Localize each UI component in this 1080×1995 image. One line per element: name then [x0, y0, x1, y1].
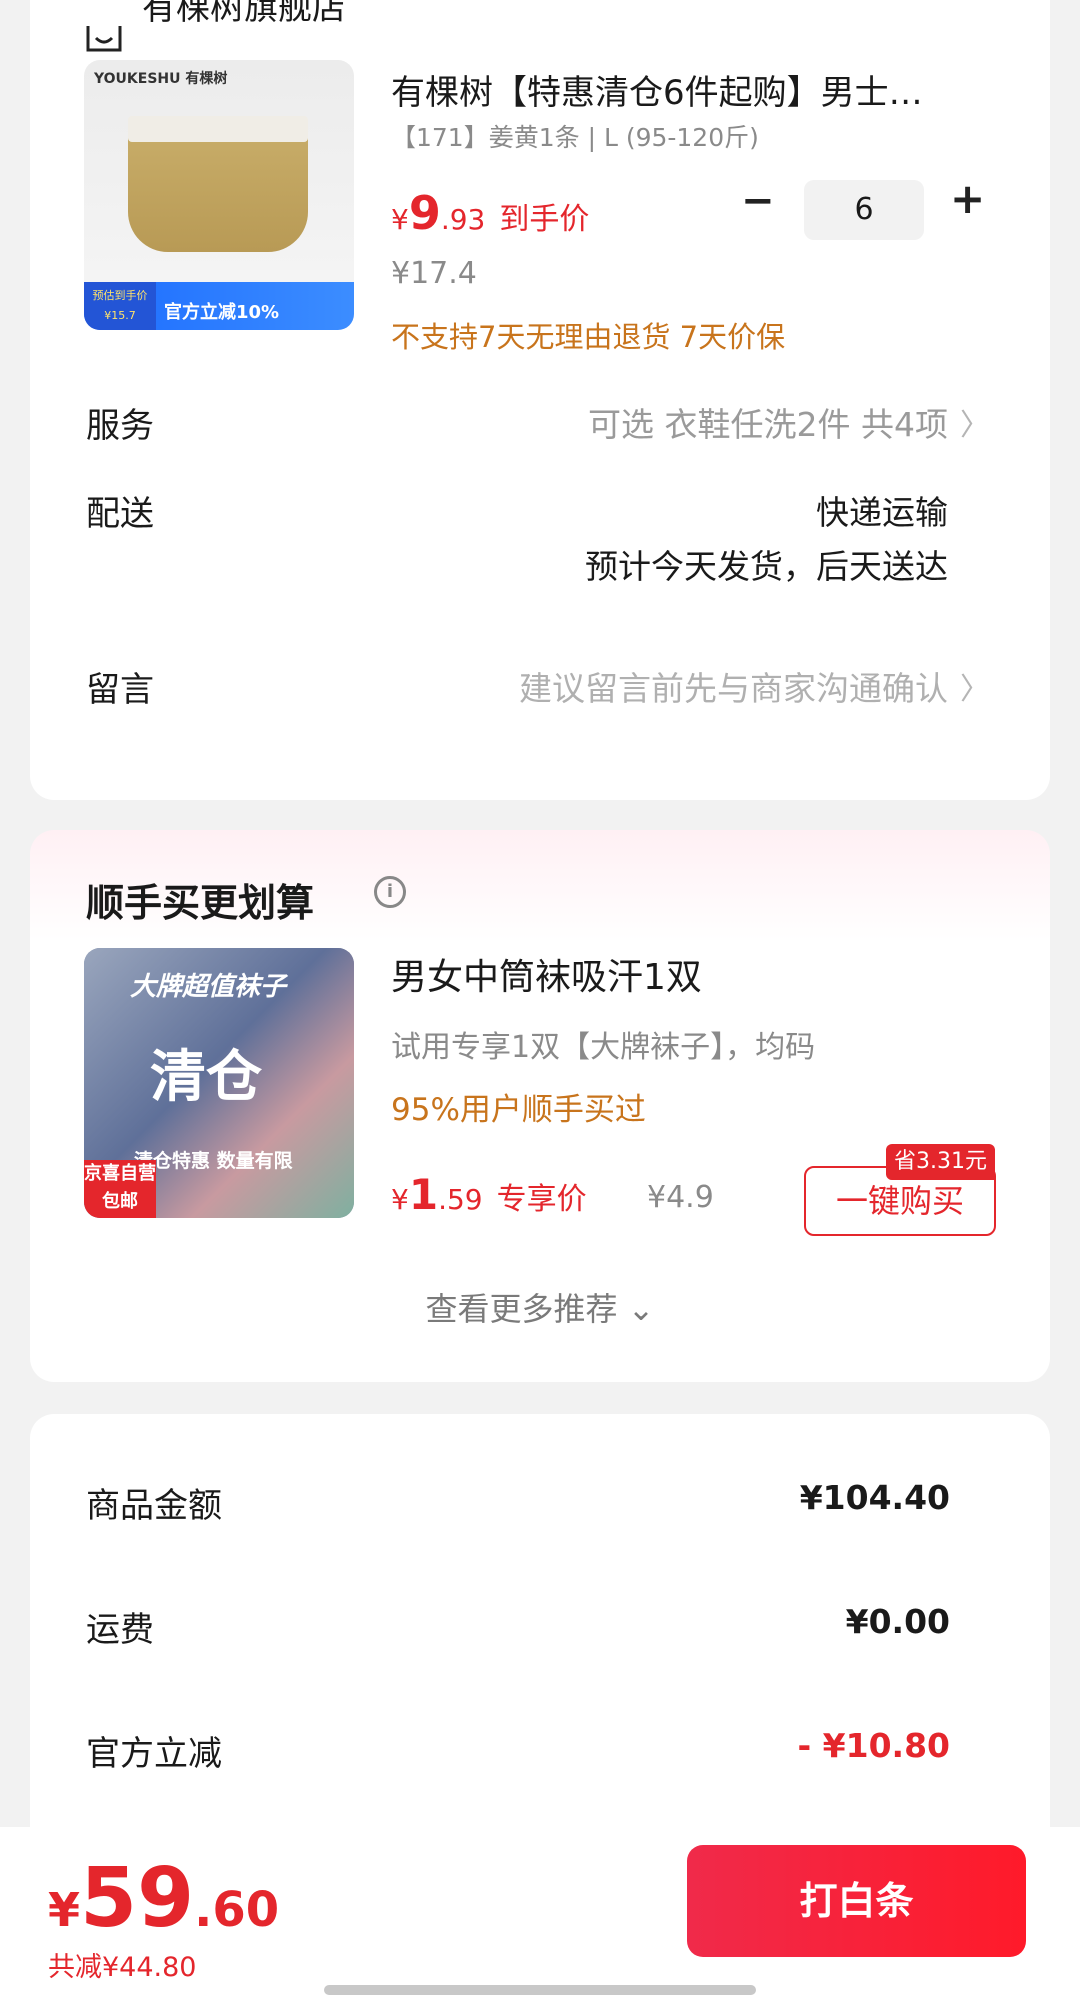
product-thumbnail[interactable]: YOUKESHU 有棵树 官方立减10% 预估到手价 ¥15.7 — [84, 60, 354, 330]
shipping-label: 运费 — [86, 1610, 154, 1650]
info-icon[interactable]: i — [374, 876, 406, 908]
recommend-original-price: ¥4.9 — [647, 1180, 714, 1215]
original-price: ¥17.4 — [391, 256, 477, 291]
more-recommendations-link[interactable]: 查看更多推荐 ⌄ — [30, 1284, 1050, 1330]
service-chevron-icon[interactable]: 〉 — [960, 400, 990, 444]
checkout-bar: ¥59.60 共减¥44.80 打白条 — [0, 1827, 1080, 1995]
service-value[interactable]: 可选 衣鞋任洗2件 共4项 — [588, 398, 948, 446]
recommend-item-title[interactable]: 男女中筒袜吸汗1双 — [391, 948, 702, 1000]
pay-button[interactable]: 打白条 — [687, 1845, 1026, 1957]
store-icon — [86, 26, 122, 52]
discount-label: 官方立减 — [86, 1734, 222, 1774]
save-badge: 省3.31元 — [886, 1144, 995, 1180]
order-item-card: 有棵树旗舰店 YOUKESHU 有棵树 官方立减10% 预估到手价 ¥15.7 … — [30, 0, 1050, 800]
recommend-item-bought: 95%用户顺手买过 — [391, 1092, 646, 1128]
product-spec[interactable]: 【171】姜黄1条 | L (95-120斤) — [391, 118, 759, 154]
thumb-bottom-text: 清仓特惠 数量有限 — [134, 1150, 293, 1172]
recommend-item-spec: 试用专享1双【大牌袜子】，均码 — [391, 1030, 816, 1065]
recommend-card: 顺手买更划算 i 大牌超值袜子 清仓 清仓特惠 数量有限 京喜自营 包邮 男女中… — [30, 830, 1050, 1382]
recommend-item-price: ¥1.59 专享价 — [391, 1170, 587, 1219]
quantity-increase-button[interactable]: + — [950, 174, 985, 223]
note-chevron-icon[interactable]: 〉 — [960, 664, 990, 708]
recommend-title: 顺手买更划算 — [86, 881, 315, 925]
total-saved[interactable]: 共减¥44.80 — [48, 1945, 196, 1984]
product-title[interactable]: 有棵树【特惠清仓6件起购】男士… — [391, 65, 971, 114]
total-price: ¥59.60 — [48, 1851, 280, 1946]
shipping-value: ¥0.00 — [845, 1602, 950, 1641]
quantity-input[interactable]: 6 — [804, 180, 924, 240]
service-label: 服务 — [86, 406, 154, 446]
thumb-mid-text: 清仓 — [150, 1045, 262, 1110]
return-policy: 不支持7天无理由退货 7天价保 — [391, 320, 786, 354]
store-name[interactable]: 有棵树旗舰店 — [142, 0, 346, 29]
recommend-thumbnail[interactable]: 大牌超值袜子 清仓 清仓特惠 数量有限 京喜自营 包邮 — [84, 948, 354, 1218]
thumb-brand-text: YOUKESHU 有棵树 — [94, 71, 228, 87]
note-input[interactable]: 建议留言前先与商家沟通确认 — [519, 662, 948, 710]
thumb-promo-tag: 预估到手价 ¥15.7 — [84, 282, 156, 330]
goods-amount-value: ¥104.40 — [799, 1478, 950, 1517]
goods-amount-label: 商品金额 — [86, 1486, 222, 1526]
delivery-eta: 预计今天发货，后天送达 — [585, 547, 948, 586]
quantity-decrease-button[interactable]: − — [741, 178, 775, 224]
delivery-method: 快递运输 — [816, 493, 948, 532]
note-label: 留言 — [86, 670, 154, 710]
product-price: ¥9.93 到手价 — [391, 186, 590, 240]
thumb-top-text: 大牌超值袜子 — [130, 972, 287, 1002]
home-indicator[interactable] — [324, 1985, 756, 1995]
delivery-label: 配送 — [86, 494, 154, 534]
discount-value: - ¥10.80 — [797, 1726, 950, 1765]
thumb-badge: 京喜自营 包邮 — [84, 1160, 156, 1218]
